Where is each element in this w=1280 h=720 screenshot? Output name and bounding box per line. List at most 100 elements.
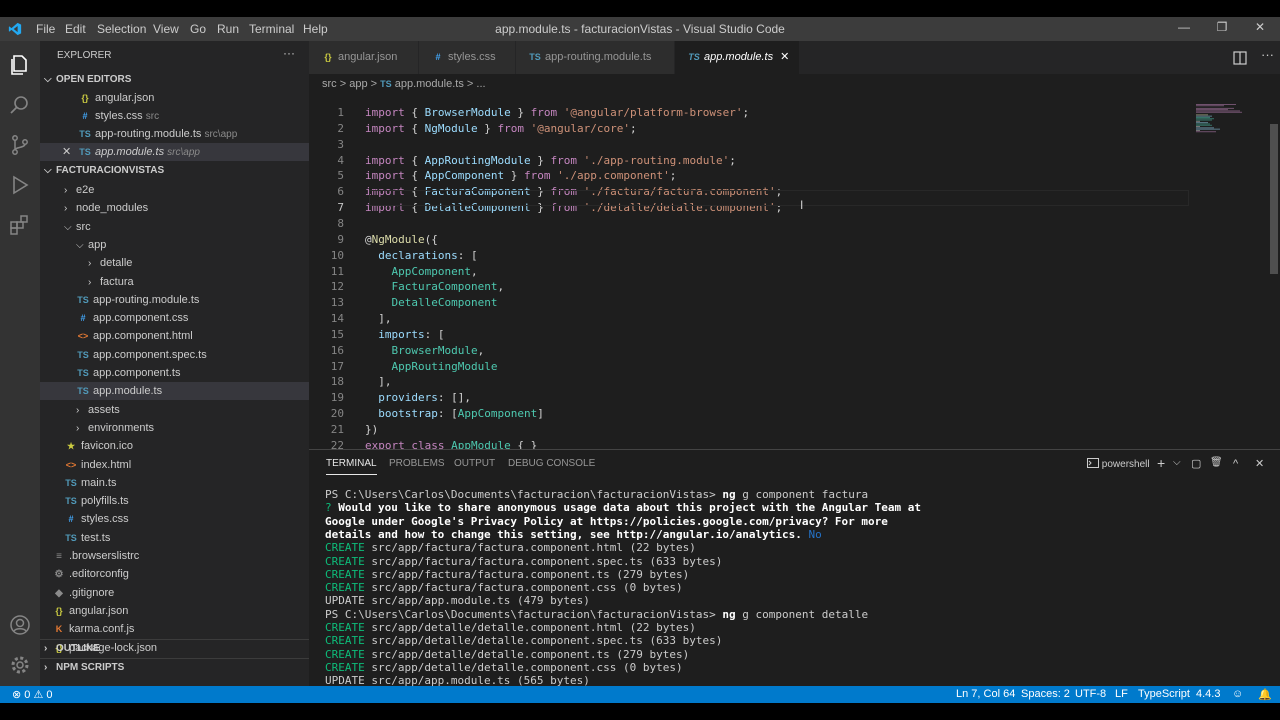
- code-editor[interactable]: 1 2 3 4 5 6 7 8 9 10 11 12 13 14 15 16 17 18 19 20 21 22 impo…: [309, 94, 1280, 449]
- tree-item[interactable]: ◆ .gitignore: [40, 584, 309, 602]
- tab-angular-json[interactable]: {} angular.json: [309, 41, 418, 74]
- explorer-icon[interactable]: [8, 53, 32, 77]
- tree-item[interactable]: # app.component.css: [40, 309, 309, 327]
- tree-item[interactable]: TS app.module.ts: [40, 382, 309, 401]
- tree-item[interactable]: <> index.html: [40, 456, 309, 474]
- minimap[interactable]: [1194, 104, 1264, 134]
- code-line[interactable]: AppComponent,: [365, 265, 478, 278]
- open-editors-header[interactable]: ⌵ OPEN EDITORS: [40, 71, 309, 89]
- panel-tab-terminal[interactable]: TERMINAL: [326, 458, 377, 475]
- restore-icon[interactable]: ❐: [1214, 20, 1230, 34]
- split-terminal-icon[interactable]: ▢: [1191, 457, 1201, 470]
- tree-item[interactable]: TS main.ts: [40, 474, 309, 492]
- open-editor-item[interactable]: {} angular.json: [40, 89, 309, 107]
- tab-app-module[interactable]: TS app.module.ts ✕: [675, 41, 799, 74]
- editor-more-icon[interactable]: ···: [1261, 47, 1274, 62]
- tree-item[interactable]: › node_modules: [40, 199, 309, 217]
- code-line[interactable]: declarations: [: [365, 249, 477, 262]
- code-line[interactable]: FacturaComponent,: [365, 280, 505, 293]
- tab-app-routing-module[interactable]: TS app-routing.module.ts: [516, 41, 674, 74]
- code-line[interactable]: BrowserModule,: [365, 344, 485, 357]
- tree-item[interactable]: Kkarma.conf.js: [40, 620, 309, 638]
- close-panel-icon[interactable]: ✕: [1255, 457, 1264, 470]
- tree-item[interactable]: {} angular.json: [40, 602, 309, 620]
- code-line[interactable]: }): [365, 423, 378, 436]
- editor-scrollbar[interactable]: [1270, 124, 1278, 274]
- tree-item[interactable]: ⚙ .editorconfig: [40, 565, 309, 583]
- code-line[interactable]: import { NgModule } from '@angular/core'…: [365, 122, 637, 135]
- breadcrumb-item[interactable]: src: [322, 78, 337, 90]
- panel-tab-debug-console[interactable]: DEBUG CONSOLE: [508, 458, 595, 469]
- code-line[interactable]: ],: [365, 312, 391, 325]
- tree-item[interactable]: TS test.ts: [40, 529, 309, 547]
- ts-version[interactable]: 4.4.3: [1196, 688, 1220, 700]
- minimize-icon[interactable]: —: [1176, 20, 1192, 34]
- notifications-bell-icon[interactable]: 🔔: [1258, 688, 1272, 701]
- panel-tab-output[interactable]: OUTPUT: [454, 458, 495, 469]
- breadcrumb-item[interactable]: app: [349, 78, 367, 90]
- problems-status[interactable]: ⊗ 0 ⚠ 0: [12, 688, 53, 701]
- tree-item[interactable]: ★ favicon.ico: [40, 437, 309, 455]
- terminal-shell-selector[interactable]: powershell: [1087, 458, 1150, 470]
- trash-icon[interactable]: 🗑: [1210, 457, 1223, 468]
- close-editor-icon[interactable]: ✕: [62, 143, 71, 161]
- explorer-more-icon[interactable]: ···: [283, 46, 295, 60]
- breadcrumb-item[interactable]: ...: [476, 78, 485, 90]
- code-line[interactable]: DetalleComponent: [365, 296, 498, 309]
- code-line[interactable]: bootstrap: [AppComponent]: [365, 407, 544, 420]
- indentation[interactable]: Spaces: 2: [1021, 688, 1070, 700]
- tree-item[interactable]: TS app.component.spec.ts: [40, 346, 309, 364]
- code-line[interactable]: ],: [365, 375, 391, 388]
- split-editor-icon[interactable]: [1233, 51, 1247, 65]
- code-line[interactable]: providers: [],: [365, 391, 471, 404]
- code-line[interactable]: import { BrowserModule } from '@angular/…: [365, 106, 749, 119]
- tree-item[interactable]: › environments: [40, 419, 309, 437]
- tree-item[interactable]: TS app.component.ts: [40, 364, 309, 382]
- tree-item[interactable]: ⌵ app: [40, 236, 309, 254]
- search-icon[interactable]: [8, 93, 32, 117]
- close-window-icon[interactable]: ✕: [1252, 20, 1268, 34]
- tree-item[interactable]: › detalle: [40, 254, 309, 272]
- tree-item[interactable]: › e2e: [40, 181, 309, 199]
- tree-item[interactable]: ≡ .browserslistrc: [40, 547, 309, 565]
- tree-item[interactable]: TS app-routing.module.ts: [40, 291, 309, 309]
- terminal-line: CREATE src/app/detalle/detalle.component…: [325, 634, 723, 648]
- code-line[interactable]: export class AppModule { }: [365, 439, 537, 449]
- tree-item[interactable]: <> app.component.html: [40, 327, 309, 345]
- account-icon[interactable]: [8, 613, 32, 637]
- code-line[interactable]: import { AppRoutingModule } from './app-…: [365, 154, 736, 167]
- tab-styles-css[interactable]: # styles.css: [419, 41, 515, 74]
- tree-item[interactable]: TS polyfills.ts: [40, 492, 309, 510]
- open-editor-item-active[interactable]: ✕ TS app.module.ts src\app: [40, 143, 309, 161]
- code-line[interactable]: AppRoutingModule: [365, 360, 498, 373]
- close-tab-icon[interactable]: ✕: [780, 51, 789, 63]
- run-debug-icon[interactable]: [8, 173, 32, 197]
- breadcrumb-item[interactable]: app.module.ts: [395, 78, 464, 90]
- tree-item[interactable]: › assets: [40, 401, 309, 419]
- source-control-icon[interactable]: [8, 133, 32, 157]
- code-line[interactable]: @NgModule({: [365, 233, 438, 246]
- line-number: 7: [337, 201, 344, 215]
- encoding[interactable]: UTF-8: [1075, 688, 1106, 700]
- code-line[interactable]: import { AppComponent } from './app.comp…: [365, 169, 676, 182]
- chevron-down-icon[interactable]: ⌵: [1173, 457, 1181, 468]
- new-terminal-icon[interactable]: +: [1157, 455, 1165, 471]
- cursor-position[interactable]: Ln 7, Col 64: [956, 688, 1015, 700]
- feedback-icon[interactable]: ☺: [1232, 688, 1243, 700]
- project-header[interactable]: ⌵ FACTURACIONVISTAS: [40, 162, 309, 180]
- line-number: 4: [337, 153, 344, 167]
- manage-gear-icon[interactable]: [8, 653, 32, 677]
- panel-tab-problems[interactable]: PROBLEMS: [389, 458, 445, 469]
- end-of-line[interactable]: LF: [1115, 688, 1128, 700]
- outline-header[interactable]: › OUTLINE: [40, 639, 309, 657]
- open-editor-item[interactable]: TS app-routing.module.ts src\app: [40, 125, 309, 143]
- tree-item[interactable]: ⌵ src: [40, 218, 309, 236]
- code-line[interactable]: imports: [: [365, 328, 444, 341]
- tree-item[interactable]: # styles.css: [40, 510, 309, 528]
- npm-scripts-header[interactable]: › NPM SCRIPTS: [40, 658, 309, 676]
- maximize-panel-icon[interactable]: ^: [1233, 458, 1238, 470]
- tree-item[interactable]: › factura: [40, 273, 309, 291]
- open-editor-item[interactable]: # styles.css src: [40, 107, 309, 125]
- extensions-icon[interactable]: [8, 213, 32, 237]
- language-mode[interactable]: TypeScript: [1138, 688, 1190, 700]
